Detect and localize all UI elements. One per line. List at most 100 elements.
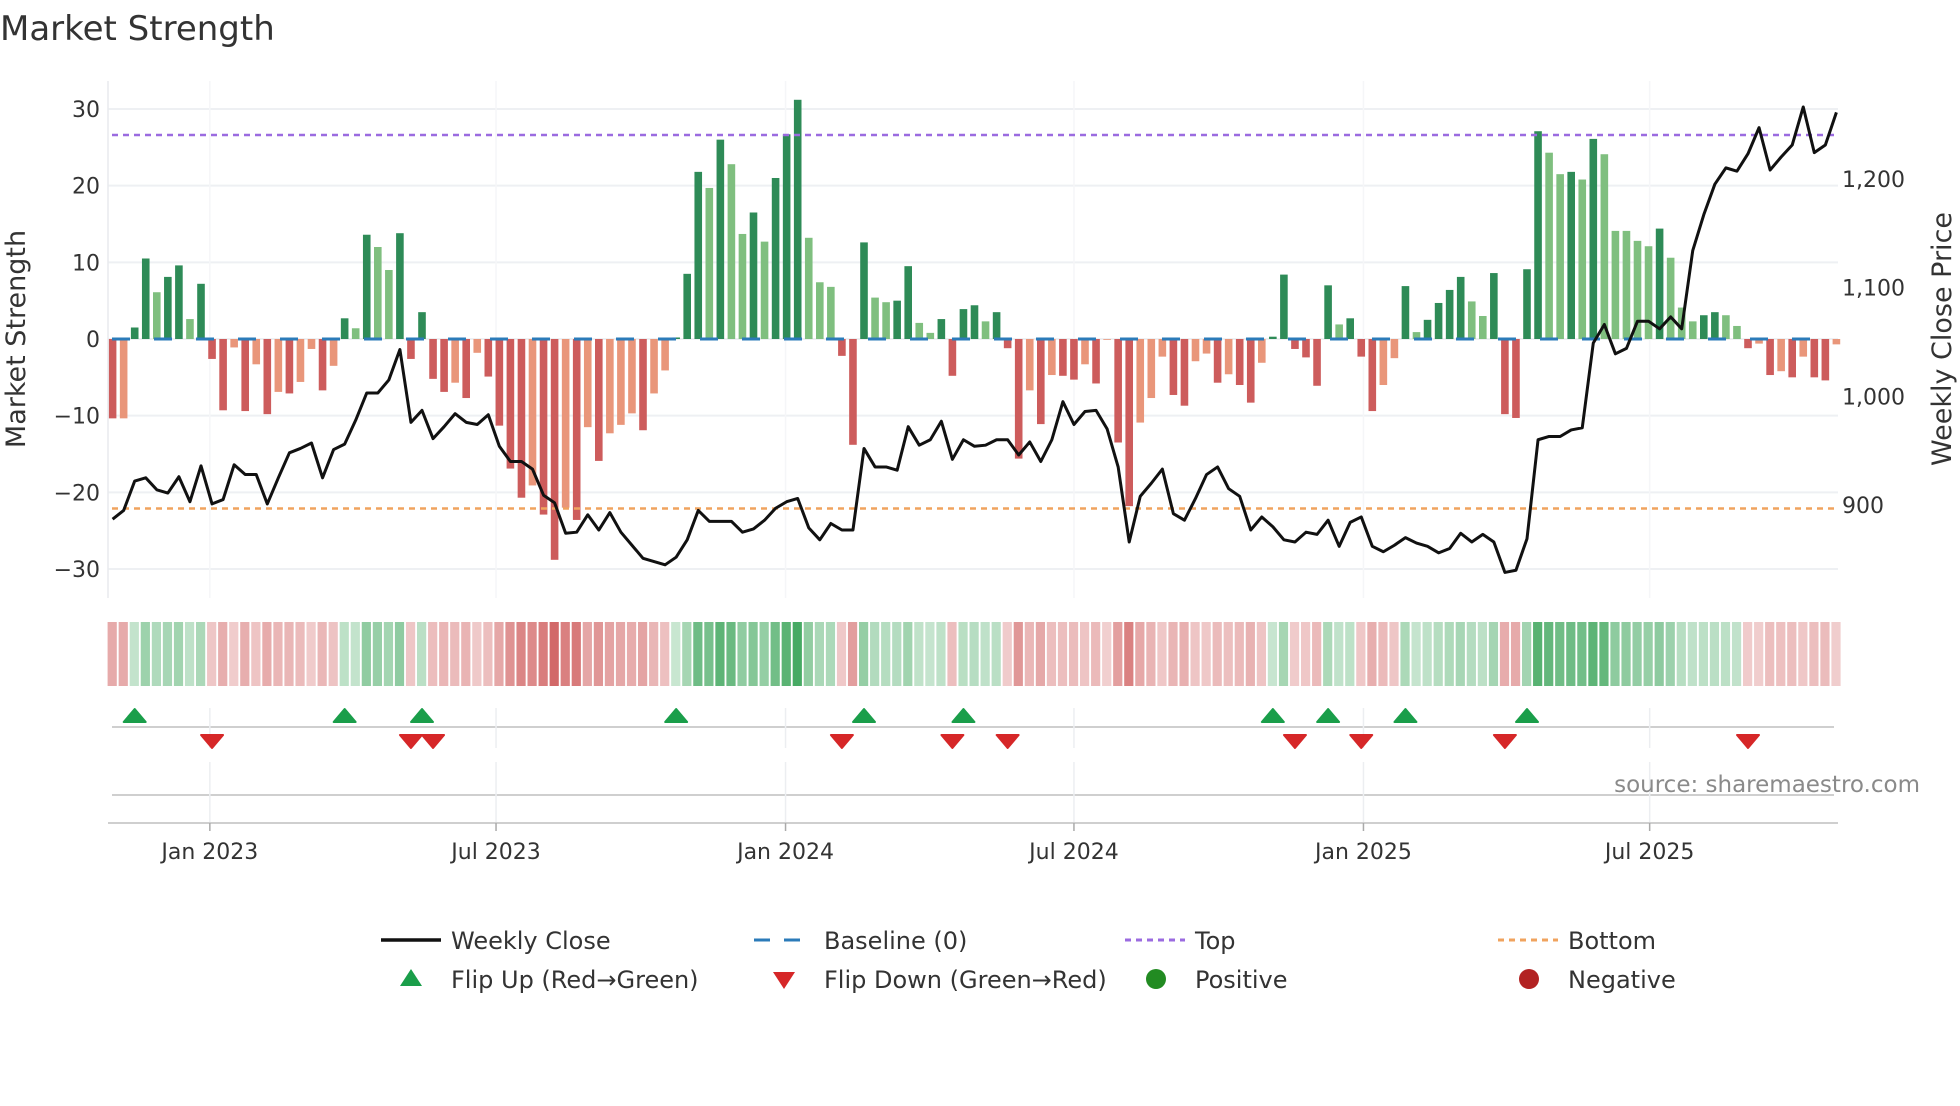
heatmap-cell <box>417 622 427 686</box>
strength-bar <box>318 339 327 391</box>
strength-bar <box>606 339 614 434</box>
strength-bar <box>1103 339 1111 340</box>
heatmap-cell <box>273 622 283 686</box>
flip-up-marker <box>1260 708 1285 723</box>
strength-bar <box>948 339 957 376</box>
strength-bar <box>561 339 570 508</box>
heatmap-cell <box>1046 622 1057 686</box>
strength-bar <box>1346 318 1354 339</box>
flip-up-marker <box>664 708 689 723</box>
flip-down-marker <box>940 734 965 749</box>
strength-bar <box>1545 152 1553 339</box>
heatmap-cell <box>682 622 692 686</box>
heatmap-cell <box>317 622 327 686</box>
strength-bar <box>329 339 338 366</box>
strength-bar <box>1092 339 1100 384</box>
y2-axis-label: Weekly Close Price <box>1927 212 1958 466</box>
heatmap-cell <box>571 622 581 686</box>
flip-up-marker <box>122 708 147 723</box>
strength-bar <box>981 321 990 339</box>
flip-up-marker <box>1393 708 1418 723</box>
strength-bar <box>1158 339 1167 357</box>
heatmap-cell <box>1256 622 1266 686</box>
y-axis-label: Market Strength <box>1 230 32 448</box>
strength-bar <box>1479 315 1487 339</box>
heatmap-cell <box>914 622 924 686</box>
heatmap-cell <box>1024 622 1034 686</box>
strength-bar <box>1169 339 1178 395</box>
flip-down-marker <box>398 734 423 749</box>
heatmap-cell <box>1522 622 1532 686</box>
strength-bar <box>782 134 791 339</box>
heatmap-cell <box>1599 622 1609 686</box>
x-tick-label: Jan 2024 <box>735 840 834 865</box>
legend-label: Positive <box>1195 966 1288 994</box>
heatmap-cell <box>516 622 526 686</box>
heatmap-cell <box>549 622 559 686</box>
heatmap-cell <box>991 622 1001 686</box>
heatmap-cell <box>1135 622 1145 686</box>
strength-bar <box>1788 339 1796 378</box>
triangle-up-icon <box>400 969 422 986</box>
heatmap-cell <box>295 622 305 686</box>
strength-bar <box>1666 257 1675 339</box>
flip-down-marker <box>421 734 446 749</box>
y2-tick-label: 900 <box>1842 494 1884 519</box>
strength-bar <box>307 339 316 349</box>
strength-bar <box>1567 171 1575 339</box>
heatmap-cell <box>483 622 493 686</box>
legend-label: Weekly Close <box>451 927 611 955</box>
heatmap-cell <box>1444 622 1454 686</box>
heatmap-cell <box>593 622 603 686</box>
strength-bar <box>263 339 272 415</box>
y-tick-label: 0 <box>86 328 100 353</box>
strength-bar <box>771 177 780 339</box>
heatmap-cell <box>118 622 128 686</box>
y-tick-label: 30 <box>72 98 100 123</box>
strength-bar <box>683 273 691 339</box>
strength-bar <box>550 339 559 560</box>
strength-bar <box>153 292 161 339</box>
legend-item: Bottom <box>1498 927 1656 955</box>
heatmap-cell <box>770 622 780 686</box>
y-tick-label: −30 <box>54 558 100 583</box>
heatmap-cell <box>1068 622 1079 686</box>
strength-bar <box>1379 339 1388 386</box>
heatmap-cell <box>781 622 791 686</box>
flip-down-marker <box>1349 734 1374 749</box>
legend-label: Flip Up (Red→Green) <box>451 966 699 994</box>
strength-bar <box>1556 174 1564 339</box>
strength-bar <box>1711 312 1719 339</box>
strength-bar <box>1467 301 1476 339</box>
strength-bar <box>1224 339 1233 375</box>
heatmap-cell <box>1234 622 1244 686</box>
strength-bar <box>1125 339 1133 507</box>
flip-down-marker <box>1736 734 1760 749</box>
heatmap-cell <box>1698 622 1708 686</box>
strength-bar <box>1269 336 1277 339</box>
strength-bar <box>119 339 128 419</box>
heatmap-cell <box>1499 622 1510 686</box>
strength-bar <box>1302 339 1310 358</box>
strength-bar <box>1059 339 1067 376</box>
strength-bar <box>1390 339 1399 359</box>
heatmap-cell <box>1113 622 1123 686</box>
strength-bar <box>340 318 349 339</box>
legend-label: Baseline (0) <box>824 927 967 955</box>
strength-bar <box>738 233 747 339</box>
heatmap-cell <box>1477 622 1487 686</box>
strength-bar <box>904 266 912 339</box>
heatmap-cell <box>814 622 824 686</box>
heatmap-cell <box>1743 622 1753 686</box>
legend-label: Flip Down (Green→Red) <box>824 966 1107 994</box>
heatmap-cell <box>1212 622 1222 686</box>
heatmap-cell <box>715 622 725 686</box>
circle-icon <box>1146 969 1166 989</box>
strength-bar <box>871 297 879 339</box>
heatmap-cell <box>350 622 360 686</box>
heatmap-cell <box>184 622 195 686</box>
strength-bar <box>506 339 515 469</box>
heatmap-cell <box>1245 622 1255 686</box>
legend-item: Weekly Close <box>381 927 611 955</box>
heatmap-cell <box>328 622 338 686</box>
